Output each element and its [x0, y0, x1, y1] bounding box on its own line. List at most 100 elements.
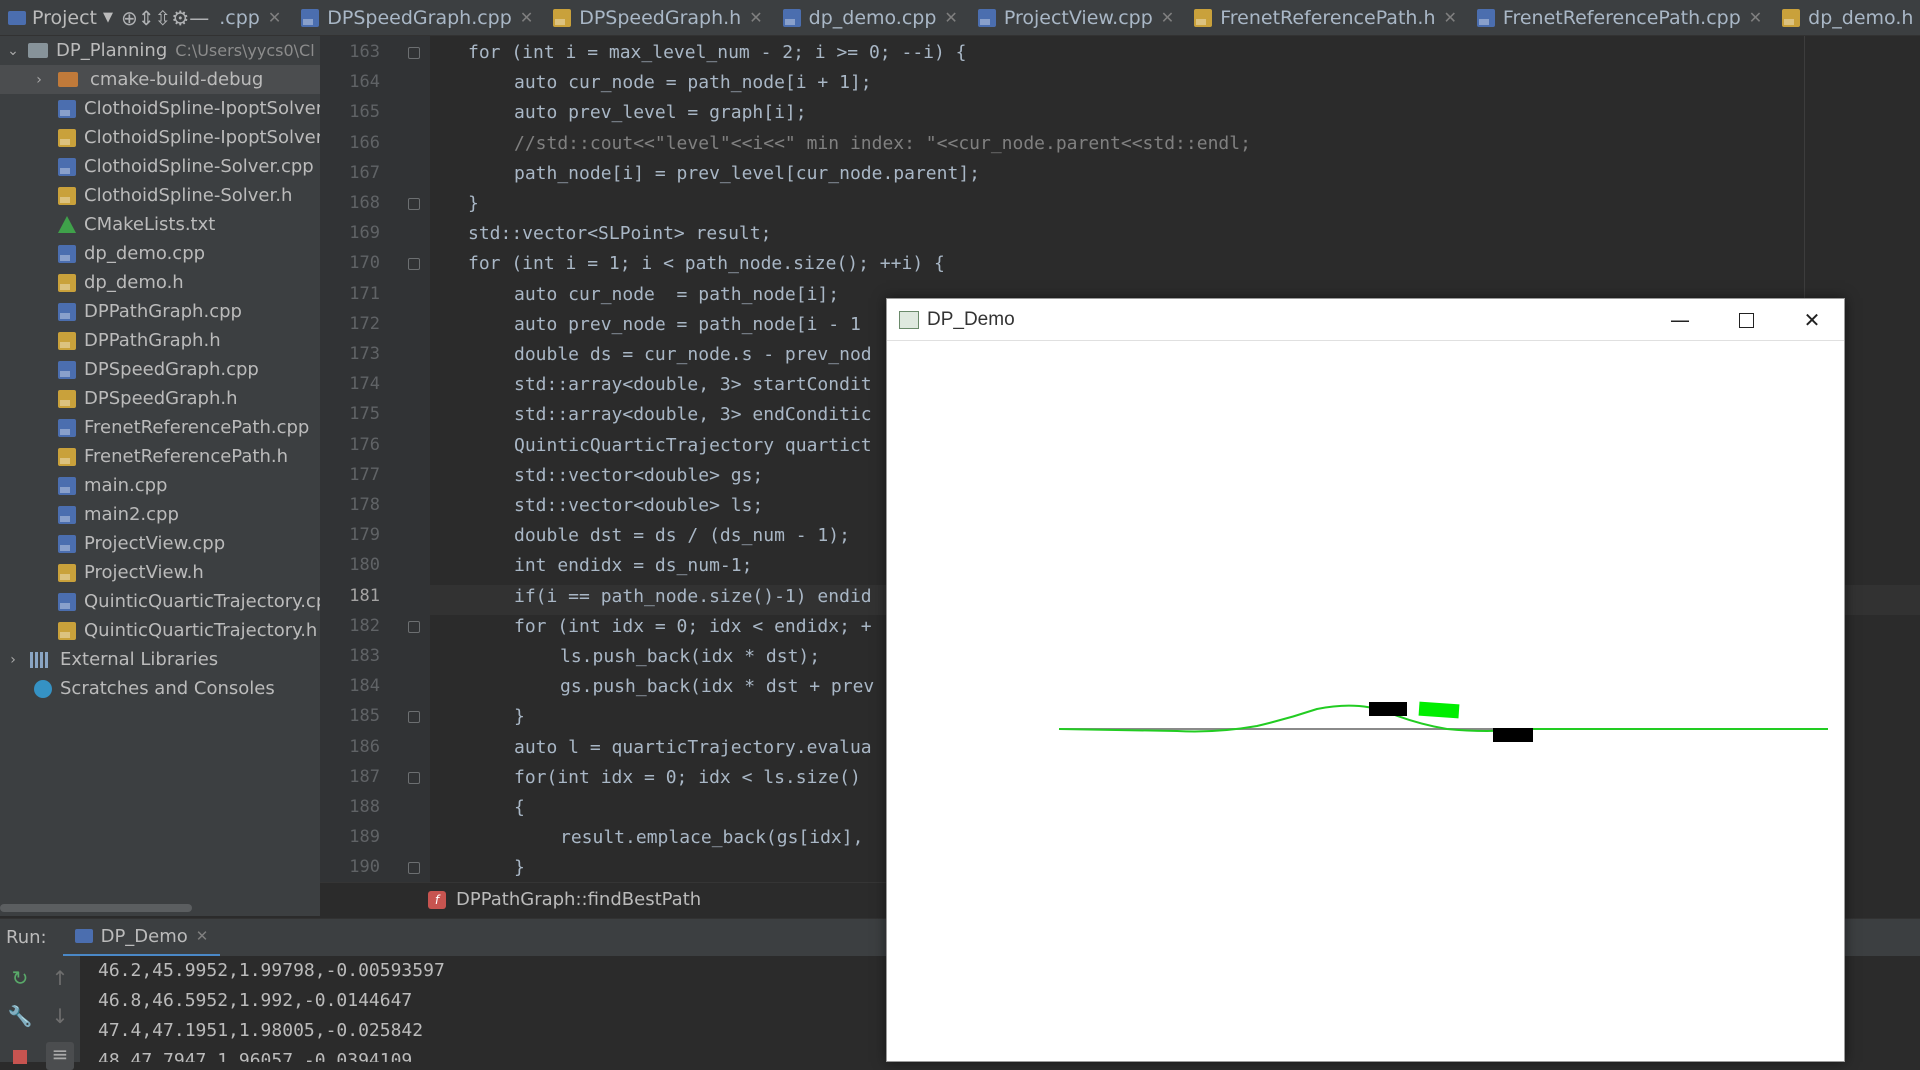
- code-line: std::vector<double> ls;: [514, 495, 764, 516]
- close-icon[interactable]: ✕: [268, 8, 281, 27]
- close-icon[interactable]: ✕: [1444, 8, 1457, 27]
- cpp-file-icon: [58, 592, 76, 611]
- arrow-up-icon[interactable]: ↑: [46, 966, 74, 994]
- tree-root[interactable]: ⌄ DP_Planning C:\Users\yycs0\Cl: [0, 36, 320, 65]
- file-item[interactable]: ProjectView.cpp: [0, 529, 320, 558]
- file-item[interactable]: main2.cpp: [0, 500, 320, 529]
- wrench-icon[interactable]: 🔧: [6, 1004, 34, 1032]
- file-item[interactable]: DPSpeedGraph.h: [0, 384, 320, 413]
- code-line: //std::cout<<"level"<<i<<" min index: "<…: [514, 132, 1251, 154]
- code-line: gs.push_back(idx * dst + prev: [560, 676, 875, 698]
- console-line: 48,47.7947,1.96057,-0.0394109: [98, 1050, 413, 1062]
- file-item[interactable]: DPPathGraph.h: [0, 326, 320, 355]
- tab-dp-demo[interactable]: DP_Demo ✕: [62, 919, 221, 957]
- file-item[interactable]: QuinticQuarticTrajectory.h: [0, 616, 320, 645]
- header-file-icon: [1194, 8, 1213, 27]
- fold-marker-icon[interactable]: [408, 620, 420, 633]
- minimize-button[interactable]: —: [1647, 299, 1713, 341]
- cpp-file-icon: [58, 505, 76, 524]
- folder-icon: [58, 72, 78, 87]
- tree-external-libraries[interactable]: › External Libraries: [0, 645, 320, 674]
- expand-all-icon[interactable]: ⇕: [138, 6, 155, 30]
- collapse-all-icon[interactable]: ⇳: [155, 6, 172, 30]
- close-icon[interactable]: ✕: [944, 8, 957, 27]
- editor-tab[interactable]: DPSpeedGraph.cpp ✕: [291, 0, 543, 35]
- cpp-file-icon: [1476, 8, 1495, 27]
- external-libraries-label: External Libraries: [60, 649, 219, 670]
- file-item[interactable]: DPPathGraph.cpp: [0, 297, 320, 326]
- file-item[interactable]: ProjectView.h: [0, 558, 320, 587]
- file-item[interactable]: ClothoidSpline-IpoptSolver.c: [0, 94, 320, 123]
- chevron-right-icon[interactable]: ›: [32, 72, 46, 88]
- editor-tab[interactable]: dp_demo.cpp ✕: [773, 0, 968, 35]
- file-item[interactable]: dp_demo.h: [0, 268, 320, 297]
- file-item[interactable]: FrenetReferencePath.h: [0, 442, 320, 471]
- sidebar-horizontal-scrollbar[interactable]: [0, 904, 192, 912]
- editor-tab[interactable]: FrenetReferencePath.h ✕: [1184, 0, 1467, 35]
- dp-demo-window[interactable]: DP_Demo — ✕: [886, 298, 1845, 1062]
- line-number: 170: [349, 253, 380, 274]
- file-item[interactable]: ClothoidSpline-Solver.cpp: [0, 152, 320, 181]
- editor-tab[interactable]: DPSpeedGraph.h ✕: [543, 0, 772, 35]
- file-item[interactable]: DPSpeedGraph.cpp: [0, 355, 320, 384]
- file-label: DPSpeedGraph.cpp: [84, 359, 259, 380]
- dp-demo-titlebar[interactable]: DP_Demo — ✕: [887, 299, 1844, 341]
- code-line: path_node[i] = prev_level[cur_node.paren…: [514, 162, 980, 184]
- line-number: 188: [349, 797, 380, 817]
- close-icon[interactable]: ✕: [749, 8, 762, 27]
- file-item[interactable]: main.cpp: [0, 471, 320, 500]
- file-item[interactable]: FrenetReferencePath.cpp: [0, 413, 320, 442]
- line-number: 165: [349, 102, 380, 123]
- close-button[interactable]: ✕: [1779, 299, 1845, 341]
- tree-scratches[interactable]: Scratches and Consoles: [0, 674, 320, 703]
- fold-marker-icon[interactable]: [408, 862, 420, 875]
- stop-icon[interactable]: [6, 1042, 34, 1070]
- breadcrumb-label: DPPathGraph::findBestPath: [456, 889, 702, 910]
- project-view-selector[interactable]: Project ▼: [0, 0, 121, 35]
- code-line: if(i == path_node.size()-1) endid: [514, 585, 872, 607]
- arrow-down-icon[interactable]: ↓: [46, 1004, 74, 1032]
- code-line: ls.push_back(idx * dst);: [560, 646, 821, 667]
- chevron-right-icon[interactable]: ›: [6, 652, 20, 668]
- file-item[interactable]: ClothoidSpline-IpoptSolver.h: [0, 123, 320, 152]
- file-item[interactable]: dp_demo.cpp: [0, 239, 320, 268]
- chevron-down-icon[interactable]: ⌄: [6, 43, 20, 59]
- file-item[interactable]: ClothoidSpline-Solver.h: [0, 181, 320, 210]
- cpp-file-icon: [58, 99, 76, 118]
- close-icon[interactable]: ✕: [520, 8, 533, 27]
- file-label: ClothoidSpline-IpoptSolver.h: [84, 127, 320, 148]
- editor-tab[interactable]: ProjectView.cpp ✕: [968, 0, 1184, 35]
- fold-marker-icon[interactable]: [408, 198, 420, 210]
- fold-marker-icon[interactable]: [408, 711, 420, 724]
- code-line: {: [514, 797, 525, 818]
- tree-folder-build[interactable]: › cmake-build-debug: [0, 65, 320, 94]
- close-icon[interactable]: ✕: [196, 927, 209, 945]
- gear-icon[interactable]: ⚙: [171, 6, 189, 30]
- code-line: QuinticQuarticTrajectory quartict: [514, 434, 872, 456]
- breadcrumb[interactable]: f DPPathGraph::findBestPath: [320, 882, 886, 916]
- tab-label: FrenetReferencePath.cpp: [1502, 6, 1741, 29]
- locate-icon[interactable]: ⊕: [121, 6, 138, 30]
- line-number: 178: [349, 495, 380, 515]
- soft-wrap-icon[interactable]: ≡: [46, 1042, 74, 1070]
- file-item[interactable]: QuinticQuarticTrajectory.cpp: [0, 587, 320, 616]
- line-number: 175: [349, 404, 380, 425]
- rerun-icon[interactable]: ↻: [6, 966, 34, 994]
- fold-marker-icon[interactable]: [408, 47, 420, 59]
- code-line: auto prev_node = path_node[i - 1: [514, 313, 861, 335]
- close-icon[interactable]: ✕: [1161, 8, 1174, 27]
- editor-tab[interactable]: dp_demo.h: [1772, 0, 1920, 35]
- maximize-button[interactable]: [1713, 299, 1779, 341]
- cpp-file-icon: [58, 418, 76, 437]
- close-icon[interactable]: ✕: [1749, 8, 1762, 27]
- hide-icon[interactable]: —: [189, 6, 209, 30]
- file-item[interactable]: CMakeLists.txt: [0, 210, 320, 239]
- file-list: ClothoidSpline-IpoptSolver.c ClothoidSpli…: [0, 94, 320, 645]
- cpp-file-icon: [301, 8, 320, 27]
- fold-marker-icon[interactable]: [408, 771, 420, 784]
- editor-tab[interactable]: FrenetReferencePath.cpp ✕: [1467, 0, 1772, 35]
- editor-tab[interactable]: .cpp ✕: [209, 0, 291, 35]
- console-output[interactable]: 46.2,45.9952,1.99798,-0.00593597 46.8,46.…: [80, 956, 886, 1062]
- cpp-file-icon: [58, 157, 76, 176]
- fold-marker-icon[interactable]: [408, 258, 420, 271]
